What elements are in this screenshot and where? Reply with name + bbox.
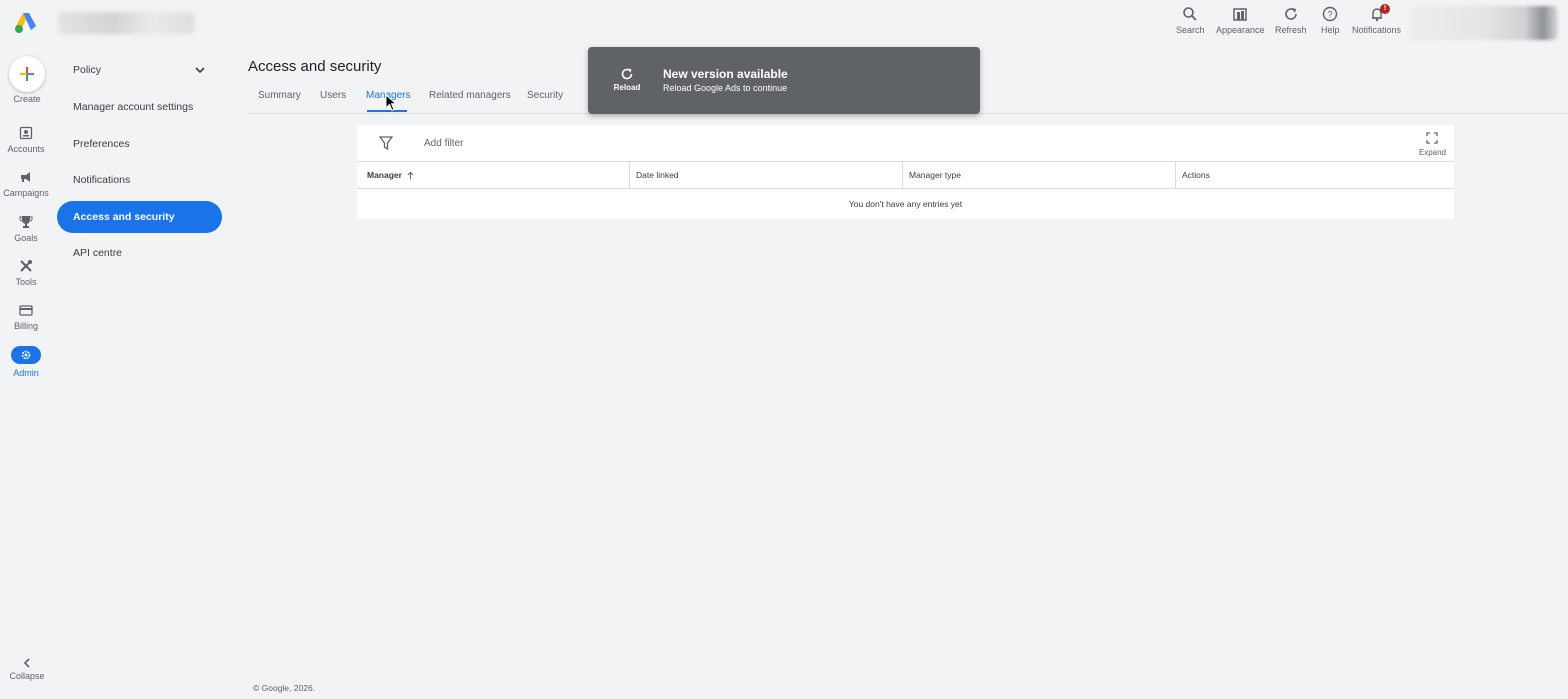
search-icon (1183, 7, 1197, 21)
mouse-cursor-icon (385, 94, 397, 112)
rail-item-admin[interactable]: Admin (0, 346, 52, 378)
column-header-manager-type[interactable]: Manager type (902, 162, 1175, 188)
sidebar-item-api-centre[interactable]: API centre (57, 237, 222, 269)
managers-table-card: Add filter Expand Manager Date linked Ma… (357, 125, 1454, 219)
copyright-text: © Google, 2026. (253, 683, 316, 693)
collapse-button[interactable]: Collapse (0, 657, 54, 681)
rail-label-admin: Admin (13, 368, 39, 378)
sidebar-item-access-and-security[interactable]: Access and security (57, 201, 222, 233)
rail-label-accounts: Accounts (7, 144, 45, 154)
sidebar-item-label: Preferences (73, 138, 130, 150)
rail-label-goals: Goals (14, 233, 38, 243)
rail-label-campaigns: Campaigns (3, 188, 49, 198)
help-icon: ? (1323, 6, 1338, 22)
svg-text:?: ? (1328, 10, 1333, 20)
sidebar-item-label: Access and security (73, 211, 175, 223)
add-filter-button[interactable]: Add filter (424, 138, 463, 149)
toast-subtitle: Reload Google Ads to continue (663, 83, 788, 93)
sidebar-item-preferences[interactable]: Preferences (57, 128, 222, 160)
reload-label: Reload (613, 83, 641, 92)
filter-icon[interactable] (379, 136, 393, 150)
notifications-button[interactable]: Notifications (1352, 6, 1401, 35)
sidebar-item-notifications[interactable]: Notifications (57, 164, 222, 196)
gear-icon (21, 350, 31, 360)
sidebar-item-label: Manager account settings (73, 101, 194, 113)
billing-icon (19, 305, 33, 316)
rail-item-billing[interactable]: Billing (0, 303, 52, 331)
column-header-label: Manager (367, 170, 402, 180)
tab-related-managers[interactable]: Related managers (429, 90, 511, 101)
search-button[interactable]: Search (1176, 6, 1205, 35)
chevron-left-icon (23, 658, 30, 668)
sidebar-item-manager-account-settings[interactable]: Manager account settings (57, 91, 222, 123)
collapse-label: Collapse (9, 671, 45, 681)
tab-users[interactable]: Users (320, 90, 346, 101)
tab-security[interactable]: Security (527, 90, 563, 101)
help-button[interactable]: ? Help (1321, 6, 1340, 35)
new-version-toast: Reload New version available Reload Goog… (588, 47, 980, 114)
chevron-down-icon (195, 67, 205, 74)
expand-label: Expand (1418, 148, 1446, 157)
reload-button[interactable]: Reload (610, 67, 644, 92)
tab-summary[interactable]: Summary (258, 90, 301, 101)
notification-badge: ! (1380, 4, 1390, 14)
sidebar-item-label: Notifications (73, 174, 131, 186)
refresh-icon (621, 68, 633, 80)
sidebar-item-label: Policy (73, 64, 102, 76)
appearance-button[interactable]: Appearance (1216, 6, 1265, 35)
table-header-row: Manager Date linked Manager type Actions (357, 161, 1454, 189)
expand-icon (1426, 132, 1439, 144)
page-title: Access and security (248, 58, 382, 75)
campaigns-icon (21, 172, 30, 182)
help-label: Help (1321, 25, 1340, 35)
empty-table-message: You don't have any entries yet (848, 199, 963, 209)
top-bar: Search Appearance Refresh ? Help Notific… (0, 0, 1568, 46)
accounts-icon (19, 126, 33, 140)
plus-icon (20, 67, 34, 81)
appearance-icon (1233, 8, 1248, 21)
arrow-up-icon (407, 171, 414, 179)
trophy-icon (19, 216, 33, 228)
google-ads-logo[interactable] (14, 12, 38, 34)
account-name-redacted[interactable] (58, 12, 194, 34)
rail-item-accounts[interactable]: Accounts (0, 126, 52, 154)
expand-button[interactable]: Expand (1419, 132, 1446, 157)
create-button[interactable] (9, 56, 45, 92)
rail-item-campaigns[interactable]: Campaigns (0, 170, 52, 198)
column-header-actions: Actions (1175, 162, 1454, 188)
toast-title: New version available (663, 67, 788, 81)
column-header-date-linked[interactable]: Date linked (629, 162, 902, 188)
tools-icon (20, 260, 32, 272)
profile-redacted[interactable] (1408, 6, 1558, 40)
refresh-label: Refresh (1275, 25, 1307, 35)
appearance-label: Appearance (1216, 25, 1265, 35)
sidebar-item-policy[interactable]: Policy (57, 54, 222, 86)
notifications-label: Notifications (1352, 25, 1402, 35)
refresh-button[interactable]: Refresh (1275, 6, 1307, 35)
search-label: Search (1176, 25, 1205, 35)
column-header-manager[interactable]: Manager (357, 162, 629, 188)
rail-item-tools[interactable]: Tools (0, 259, 52, 287)
rail-label-billing: Billing (13, 321, 38, 331)
refresh-icon (1284, 8, 1297, 20)
rail-label-tools: Tools (15, 277, 37, 287)
admin-active-pill (11, 346, 41, 364)
create-label: Create (13, 94, 41, 104)
sidebar-item-label: API centre (73, 247, 123, 259)
rail-item-goals[interactable]: Goals (0, 215, 52, 243)
